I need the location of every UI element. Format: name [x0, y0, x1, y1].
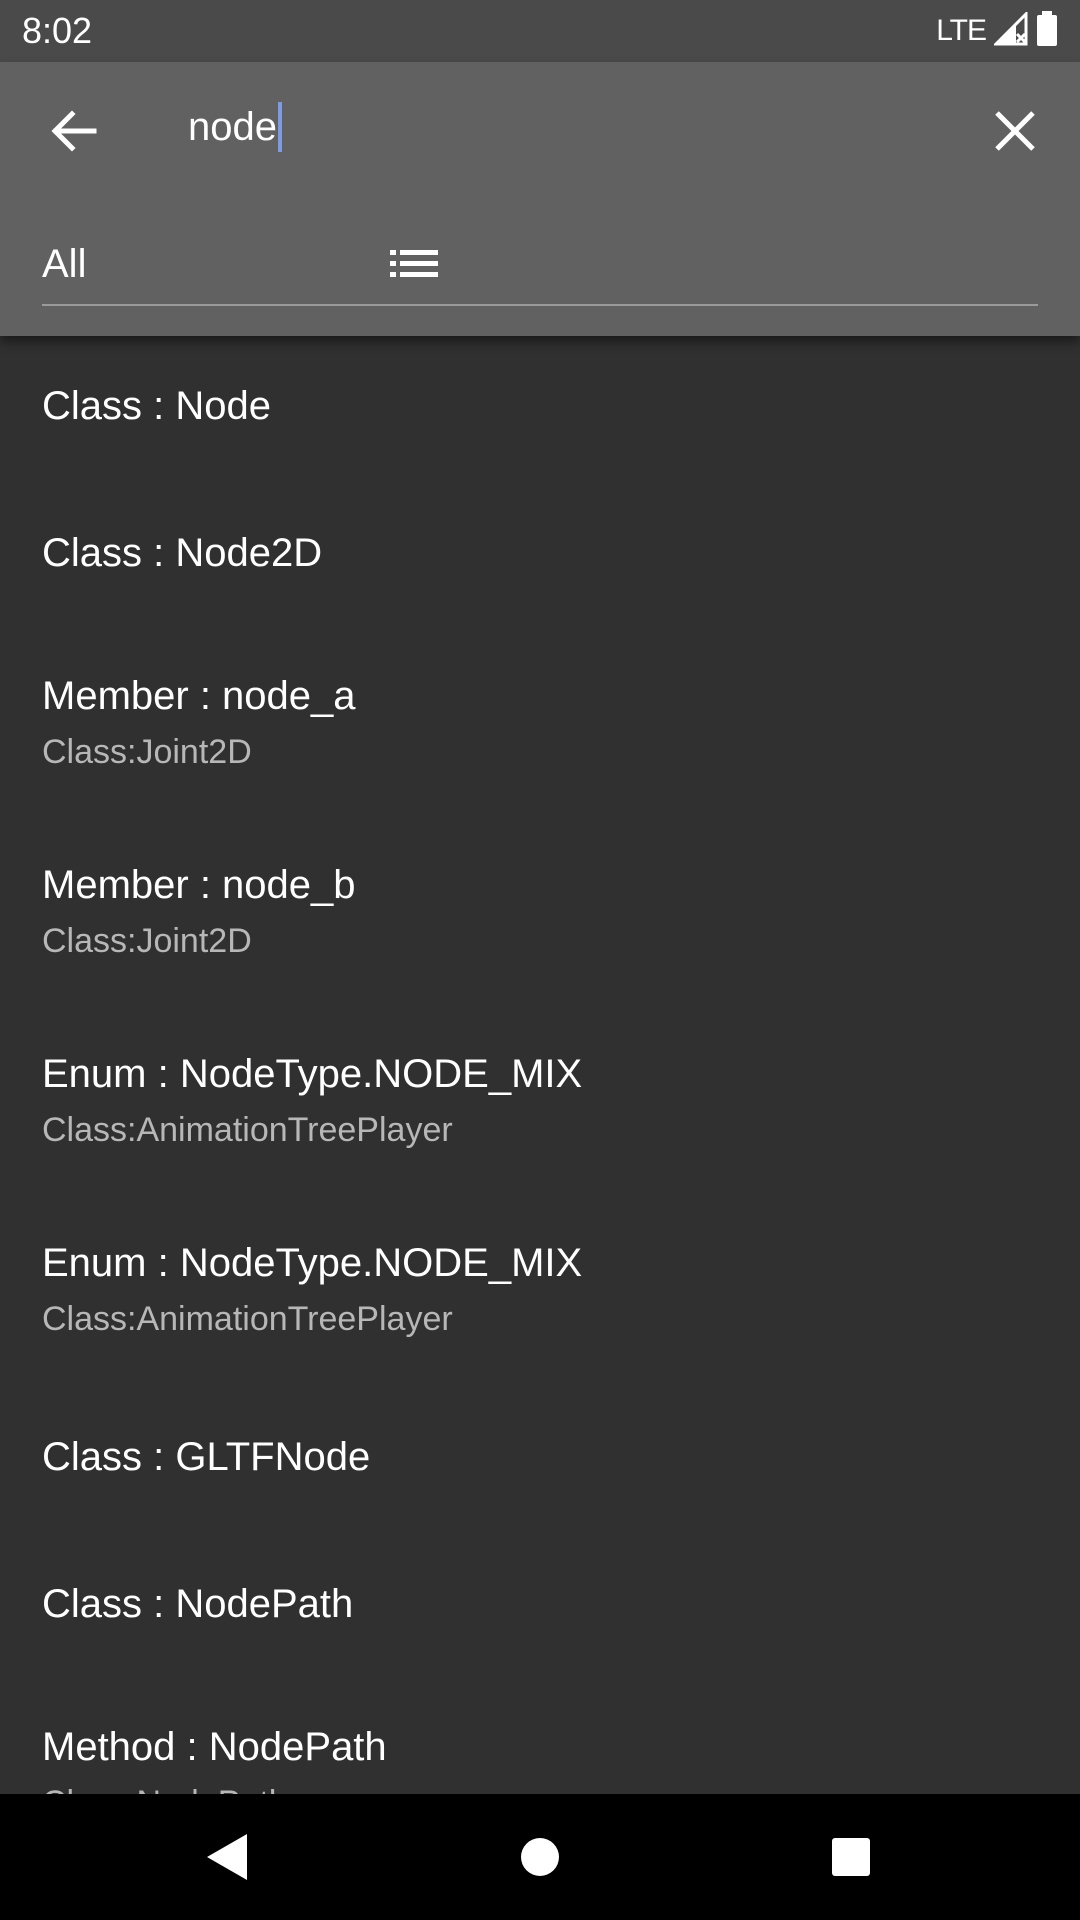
result-title: Class : Node2D [42, 531, 323, 575]
result-title: Method : NodePath [42, 1725, 387, 1769]
battery-icon [1036, 10, 1058, 52]
list-item[interactable]: Member : node_a Class:Joint2D [42, 674, 356, 772]
list-item[interactable]: Class : Node [42, 384, 271, 429]
text-cursor [277, 102, 282, 152]
list-item[interactable]: Class : GLTFNode [42, 1435, 370, 1480]
list-item[interactable]: Class : NodePath [42, 1582, 353, 1627]
home-circle-icon [521, 1838, 559, 1876]
result-title: Member : node_b [42, 863, 356, 907]
back-button[interactable] [40, 98, 106, 164]
result-subtitle: Class:AnimationTreePlayer [42, 1300, 453, 1338]
nav-home-button[interactable] [510, 1827, 570, 1887]
recents-square-icon [832, 1838, 870, 1876]
list-item[interactable]: Enum : NodeType.NODE_MIX Class:Animation… [42, 1052, 582, 1150]
result-subtitle: Class:Joint2D [42, 733, 252, 771]
result-title: Enum : NodeType.NODE_MIX [42, 1052, 583, 1096]
result-subtitle: Class:AnimationTreePlayer [42, 1111, 453, 1149]
list-item[interactable]: Class : Node2D [42, 531, 322, 576]
result-title: Enum : NodeType.NODE_MIX [42, 1241, 583, 1285]
status-icons: LTE [936, 9, 1058, 52]
filter-selected-label: All [42, 242, 87, 286]
search-query: node [188, 104, 277, 149]
nav-back-button[interactable] [196, 1827, 256, 1887]
list-icon [390, 250, 438, 277]
filter-dropdown[interactable]: All [42, 222, 1038, 306]
search-toolbar: node All [0, 62, 1080, 336]
results-list: Class : Node Class : Node2D Member : nod… [0, 336, 1080, 1794]
status-bar: 8:02 LTE [0, 0, 1080, 62]
nav-recents-button[interactable] [821, 1827, 881, 1887]
close-icon [995, 111, 1035, 151]
network-type-label: LTE [936, 14, 987, 47]
result-title: Class : NodePath [42, 1582, 354, 1626]
result-title: Class : GLTFNode [42, 1435, 371, 1479]
status-time: 8:02 [22, 10, 93, 51]
system-nav-bar [0, 1794, 1080, 1920]
signal-icon [992, 9, 1028, 51]
list-item[interactable]: Enum : NodeType.NODE_MIX Class:Animation… [42, 1241, 582, 1339]
list-item[interactable]: Member : node_b Class:Joint2D [42, 863, 356, 961]
result-title: Class : Node [42, 384, 271, 428]
clear-search-button[interactable] [982, 98, 1048, 164]
search-input[interactable]: node [188, 92, 282, 162]
back-triangle-icon [207, 1834, 247, 1880]
result-title: Member : node_a [42, 674, 356, 718]
arrow-back-icon [51, 110, 97, 152]
result-subtitle: Class:Joint2D [42, 922, 252, 960]
list-item[interactable]: Method : NodePath Class:NodePath [42, 1725, 387, 1794]
result-subtitle: Class:NodePath [42, 1784, 387, 1794]
